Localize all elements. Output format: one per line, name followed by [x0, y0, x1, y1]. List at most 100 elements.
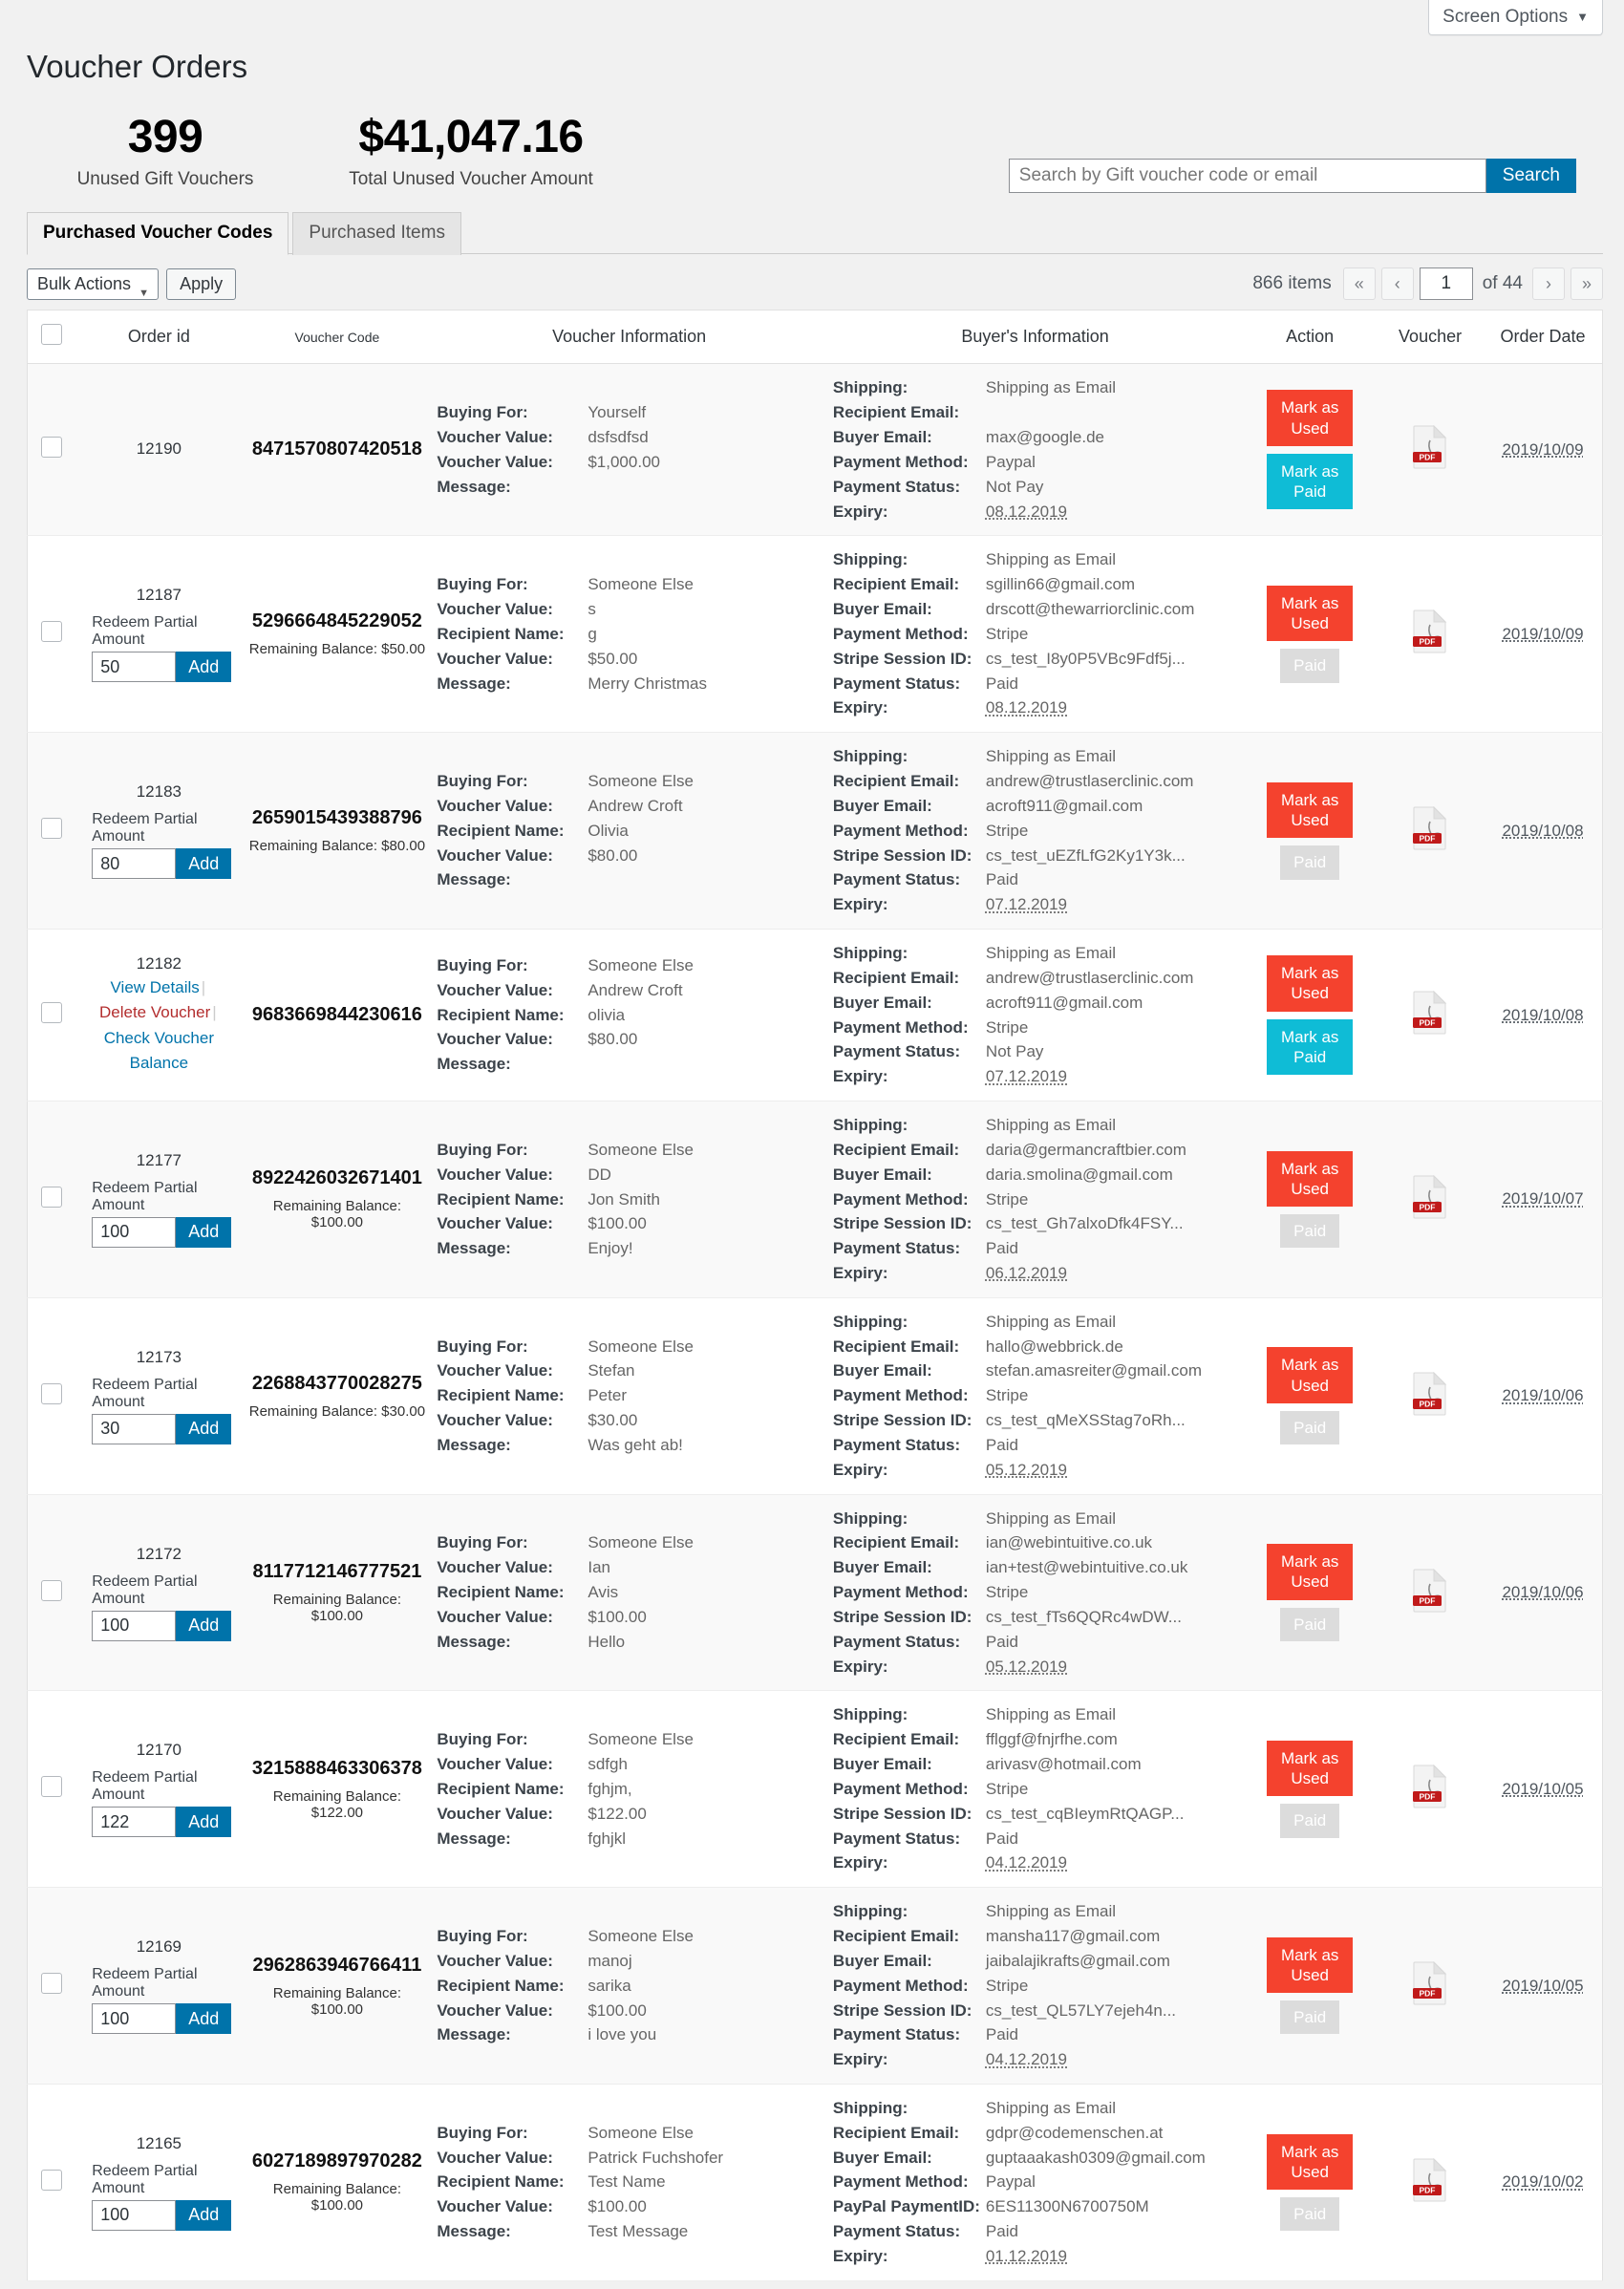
- mark-as-used-button[interactable]: Mark as Used: [1267, 1150, 1354, 1208]
- pdf-icon[interactable]: PDF: [1412, 2157, 1448, 2202]
- payment-reference-value: cs_test_QL57LY7ejeh4n...: [985, 2000, 1177, 2020]
- buyer-email-label: Buyer Email:: [832, 1755, 932, 1774]
- recipient-email-row: Recipient Email:: [833, 400, 1237, 425]
- next-page-button[interactable]: ›: [1532, 267, 1565, 301]
- mark-as-used-button[interactable]: Mark as Used: [1267, 1347, 1354, 1403]
- redeem-amount-input[interactable]: [92, 2003, 177, 2035]
- search-button[interactable]: Search: [1485, 158, 1576, 193]
- recipient-name-value: Olivia: [588, 821, 629, 840]
- voucher-value-amount-label: Voucher Value:: [437, 1030, 553, 1049]
- first-page-button[interactable]: «: [1342, 267, 1376, 301]
- mark-as-used-button[interactable]: Mark as Used: [1267, 2133, 1354, 2191]
- tab-purchased-items[interactable]: Purchased Items: [292, 211, 461, 256]
- voucher-value-text-value: DD: [588, 1165, 611, 1184]
- mark-as-paid-button[interactable]: Mark as Paid: [1267, 453, 1354, 510]
- buying-for-row: Buying For: Someone Else: [437, 1924, 822, 1949]
- shipping-row: Shipping: Shipping as Email: [833, 1899, 1237, 1924]
- order-date: 2019/10/06: [1502, 1583, 1584, 1601]
- add-redeem-button[interactable]: Add: [176, 1610, 232, 1641]
- add-redeem-button[interactable]: Add: [176, 2199, 232, 2231]
- redeem-partial-label: Redeem Partial Amount: [92, 614, 198, 649]
- pdf-icon[interactable]: PDF: [1412, 1174, 1448, 1219]
- tab-purchased-voucher-codes[interactable]: Purchased Voucher Codes: [27, 211, 289, 256]
- mark-as-used-button[interactable]: Mark as Used: [1267, 390, 1354, 446]
- redeem-amount-input[interactable]: [92, 1807, 177, 1838]
- payment-status-label: Payment Status:: [832, 870, 961, 889]
- redeem-amount-input[interactable]: [92, 652, 177, 683]
- recipient-name-label: Recipient Name:: [437, 624, 565, 643]
- current-page-input[interactable]: [1419, 267, 1473, 301]
- mark-as-paid-button[interactable]: Mark as Paid: [1267, 1018, 1354, 1076]
- payment-method-label: Payment Method:: [832, 2172, 969, 2192]
- redeem-amount-input[interactable]: [92, 1216, 177, 1248]
- shipping-label: Shipping:: [832, 1705, 908, 1724]
- apply-button[interactable]: Apply: [166, 267, 237, 300]
- pdf-icon[interactable]: PDF: [1412, 1371, 1448, 1416]
- action-cell: Mark as Used Mark as Paid: [1243, 930, 1377, 1102]
- recipient-email-row: Recipient Email: daria@germancraftbier.co…: [833, 1138, 1237, 1163]
- screen-options-button[interactable]: Screen Options ▼: [1428, 0, 1603, 35]
- payment-method-label: Payment Method:: [832, 624, 969, 643]
- mark-as-used-button[interactable]: Mark as Used: [1267, 1936, 1354, 1994]
- voucher-value-text-label: Voucher Value:: [437, 980, 553, 999]
- voucher-pdf-cell: PDF: [1377, 1297, 1484, 1494]
- pdf-icon[interactable]: PDF: [1412, 991, 1448, 1035]
- redeem-amount-input[interactable]: [92, 1413, 177, 1444]
- expiry-label: Expiry:: [832, 2050, 888, 2069]
- payment-status-label: Payment Status:: [832, 2025, 961, 2044]
- select-all-checkbox[interactable]: [40, 324, 62, 346]
- pdf-icon[interactable]: PDF: [1412, 1568, 1448, 1613]
- row-checkbox[interactable]: [40, 1002, 62, 1024]
- pdf-icon[interactable]: PDF: [1412, 610, 1448, 653]
- row-checkbox[interactable]: [40, 1186, 62, 1208]
- row-checkbox[interactable]: [40, 1579, 62, 1601]
- row-checkbox[interactable]: [40, 818, 62, 840]
- pdf-icon[interactable]: PDF: [1412, 425, 1448, 469]
- voucher-value-amount-value: $80.00: [588, 1030, 638, 1049]
- prev-page-button[interactable]: ‹: [1380, 267, 1414, 301]
- row-checkbox[interactable]: [40, 1776, 62, 1798]
- voucher-code-cell: 2268843770028275 Remaining Balance: $30.0…: [243, 1297, 431, 1494]
- add-redeem-button[interactable]: Add: [176, 848, 232, 880]
- view-details-link[interactable]: View Details: [111, 978, 200, 996]
- row-checkbox[interactable]: [40, 621, 62, 643]
- shipping-row: Shipping: Shipping as Email: [833, 1310, 1237, 1335]
- row-checkbox[interactable]: [40, 437, 62, 459]
- payment-method-row: Payment Method: Paypal: [833, 2170, 1237, 2194]
- add-redeem-button[interactable]: Add: [176, 2003, 232, 2035]
- action-cell: Mark as Used Paid: [1243, 1494, 1377, 1691]
- row-checkbox[interactable]: [40, 2169, 62, 2191]
- pdf-icon[interactable]: PDF: [1412, 806, 1448, 850]
- expiry-label: Expiry:: [832, 1460, 888, 1479]
- add-redeem-button[interactable]: Add: [176, 1807, 232, 1838]
- last-page-button[interactable]: »: [1571, 267, 1603, 301]
- redeem-amount-input[interactable]: [92, 1610, 177, 1641]
- mark-as-used-button[interactable]: Mark as Used: [1267, 585, 1354, 642]
- buying-for-label: Buying For:: [437, 1730, 528, 1749]
- order-date-cell: 2019/10/05: [1484, 1888, 1602, 2085]
- mark-as-used-button[interactable]: Mark as Used: [1267, 955, 1354, 1012]
- mark-as-used-button[interactable]: Mark as Used: [1267, 781, 1354, 839]
- pdf-icon[interactable]: PDF: [1412, 1765, 1448, 1808]
- redeem-amount-input[interactable]: [92, 848, 177, 880]
- voucher-information-cell: Buying For: Someone Else Voucher Value: DD R…: [431, 1102, 827, 1298]
- bulk-actions-select[interactable]: Bulk Actions ▼: [27, 267, 160, 300]
- pdf-icon[interactable]: PDF: [1412, 1961, 1448, 2005]
- voucher-value-amount-row: Voucher Value: $100.00: [437, 1605, 822, 1630]
- payment-method-value: Stripe: [985, 1189, 1029, 1209]
- row-checkbox[interactable]: [40, 1382, 62, 1404]
- add-redeem-button[interactable]: Add: [176, 1216, 232, 1248]
- redeem-partial-label: Redeem Partial Amount: [92, 2162, 198, 2196]
- buyer-email-row: Buyer Email: acroft911@gmail.com: [833, 991, 1237, 1016]
- add-redeem-button[interactable]: Add: [176, 652, 232, 683]
- delete-voucher-link[interactable]: Delete Voucher: [99, 1003, 210, 1021]
- redeem-amount-input[interactable]: [92, 2199, 177, 2231]
- search-input[interactable]: [1008, 158, 1486, 193]
- order-date: 2019/10/05: [1502, 1779, 1584, 1798]
- check-voucher-balance-link[interactable]: Check Voucher Balance: [104, 1029, 214, 1072]
- add-redeem-button[interactable]: Add: [176, 1413, 232, 1444]
- mark-as-used-button[interactable]: Mark as Used: [1267, 1544, 1354, 1600]
- redeem-partial-label: Redeem Partial Amount: [92, 1769, 198, 1804]
- mark-as-used-button[interactable]: Mark as Used: [1267, 1740, 1354, 1797]
- row-checkbox[interactable]: [40, 1973, 62, 1995]
